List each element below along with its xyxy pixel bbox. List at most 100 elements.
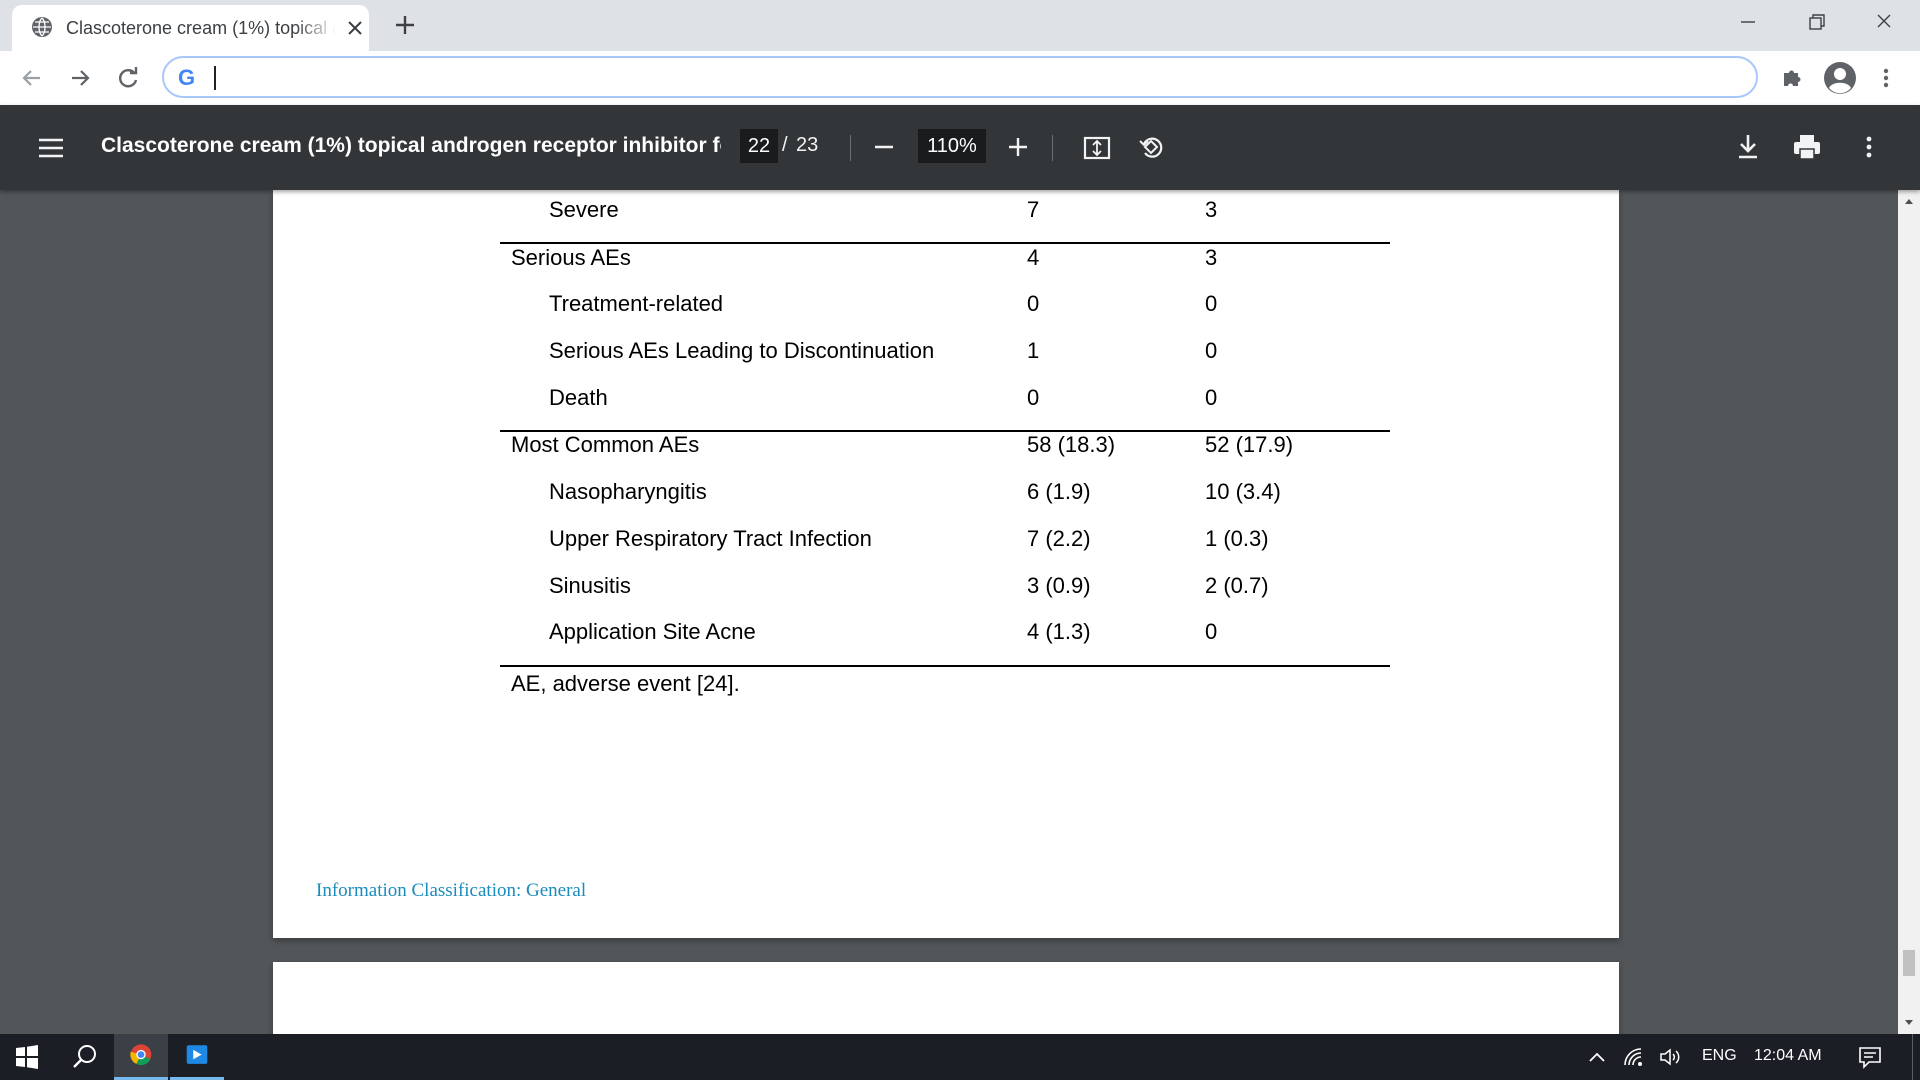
row-value-col2: 10 (3.4): [1205, 479, 1281, 504]
input-language[interactable]: ENG: [1702, 1047, 1740, 1067]
row-value-col2: 0: [1205, 338, 1218, 363]
vertical-scrollbar[interactable]: [1898, 190, 1920, 1034]
account-circle-icon[interactable]: [1822, 60, 1858, 96]
google-logo: G: [178, 65, 196, 90]
pdf-viewer[interactable]: Severe 7 3 Serious AEs 4 3 Treatment-related 0 0…: [0, 190, 1920, 1034]
row-value-col1: 7: [1027, 197, 1040, 222]
row-value-col2: 3: [1205, 197, 1218, 222]
window-close-icon[interactable]: [1864, 8, 1904, 36]
table-row: Severe 7 3: [500, 197, 1390, 231]
table-row: Serious AEs 4 3: [500, 245, 1390, 279]
row-label: Death: [549, 385, 608, 410]
triangle-up-icon[interactable]: [1898, 194, 1920, 210]
page-separator: /: [782, 134, 788, 156]
table-rule: [500, 242, 1390, 244]
row-value-col2: 2 (0.7): [1205, 573, 1269, 598]
minimize-icon[interactable]: [1728, 8, 1768, 36]
row-label: Nasopharyngitis: [549, 479, 707, 504]
row-value-col1: 7 (2.2): [1027, 526, 1091, 551]
table-rule: [500, 430, 1390, 432]
address-input[interactable]: [218, 62, 1738, 94]
arrow-left-icon[interactable]: [18, 64, 46, 92]
plus-icon[interactable]: [392, 12, 418, 38]
page-total: 23: [796, 134, 819, 156]
table-row: Death 0 0: [500, 385, 1390, 419]
row-value-col2: 52 (17.9): [1205, 432, 1294, 457]
row-value-col2: 1 (0.3): [1205, 526, 1269, 551]
show-desktop-button[interactable]: [1912, 1034, 1913, 1080]
zoom-level-input[interactable]: 110%: [918, 129, 986, 163]
tab-title: Clascoterone cream (1%) topical androgen…: [66, 18, 336, 38]
pdf-toolbar: Clascoterone cream (1%) topical androgen…: [0, 105, 1920, 190]
tab-strip: Clascoterone cream (1%) topical androgen…: [0, 0, 1920, 51]
system-clock[interactable]: 12:04 AM: [1754, 1047, 1834, 1067]
text-caret: [214, 66, 216, 90]
windows-taskbar: ENG 12:04 AM: [0, 1034, 1920, 1080]
table-row: Most Common AEs 58 (18.3) 52 (17.9): [500, 432, 1390, 466]
table-row: Treatment-related 0 0: [500, 291, 1390, 325]
row-value-col1: 0: [1027, 385, 1040, 410]
table-rule: [500, 665, 1390, 667]
scroll-thumb[interactable]: [1903, 950, 1915, 976]
omnibox[interactable]: G: [162, 56, 1758, 98]
table-row: Sinusitis 3 (0.9) 2 (0.7): [500, 573, 1390, 607]
fit-to-page-icon[interactable]: [1082, 133, 1112, 163]
hamburger-menu-icon[interactable]: [36, 133, 66, 163]
zoom-in-icon[interactable]: [1004, 133, 1032, 161]
row-label: Severe: [549, 197, 619, 222]
row-label: Upper Respiratory Tract Infection: [549, 526, 872, 551]
row-label: Application Site Acne: [549, 619, 756, 644]
row-value-col1: 1: [1027, 338, 1040, 363]
document-title: Clascoterone cream (1%) topical androgen…: [101, 134, 721, 157]
kebab-menu-icon[interactable]: [1872, 64, 1900, 92]
row-value-col1: 3 (0.9): [1027, 573, 1091, 598]
page-number-input[interactable]: 22: [740, 129, 778, 163]
close-icon[interactable]: [344, 17, 366, 39]
chevron-up-icon[interactable]: [1586, 1046, 1608, 1068]
chrome-icon[interactable]: [114, 1034, 168, 1080]
table-row: Nasopharyngitis 6 (1.9) 10 (3.4): [500, 479, 1390, 513]
triangle-down-icon[interactable]: [1898, 1014, 1920, 1030]
row-label: Sinusitis: [549, 573, 631, 598]
row-value-col1: 6 (1.9): [1027, 479, 1091, 504]
arrow-right-icon[interactable]: [66, 64, 94, 92]
globe-icon: [32, 17, 52, 37]
row-value-col2: 0: [1205, 385, 1218, 410]
browser-tab[interactable]: Clascoterone cream (1%) topical androgen…: [12, 5, 369, 51]
row-value-col2: 0: [1205, 619, 1218, 644]
row-value-col2: 3: [1205, 245, 1218, 270]
wifi-icon[interactable]: [1622, 1045, 1648, 1069]
notification-icon[interactable]: [1857, 1044, 1883, 1070]
row-value-col1: 0: [1027, 291, 1040, 316]
row-value-col1: 4: [1027, 245, 1040, 270]
media-player-icon[interactable]: [170, 1034, 224, 1080]
rotate-icon[interactable]: [1136, 132, 1166, 162]
reload-icon[interactable]: [114, 64, 142, 92]
restore-icon[interactable]: [1796, 8, 1836, 36]
table-row: Serious AEs Leading to Discontinuation 1 0: [500, 338, 1390, 372]
print-icon[interactable]: [1792, 132, 1822, 162]
table-row: Application Site Acne 4 (1.3) 0: [500, 619, 1390, 653]
toolbar-divider: [850, 135, 851, 161]
download-icon[interactable]: [1734, 132, 1762, 162]
puzzle-icon[interactable]: [1778, 64, 1806, 92]
table-row: Upper Respiratory Tract Infection 7 (2.2)…: [500, 526, 1390, 560]
classification-label: Information Classification: General: [316, 880, 587, 901]
row-value-col2: 0: [1205, 291, 1218, 316]
windows-start-icon[interactable]: [0, 1034, 54, 1080]
kebab-menu-icon[interactable]: [1854, 132, 1884, 162]
table-footnote: AE, adverse event [24].: [511, 671, 740, 696]
search-icon[interactable]: [58, 1034, 112, 1080]
row-value-col1: 4 (1.3): [1027, 619, 1091, 644]
row-label: Serious AEs Leading to Discontinuation: [549, 338, 935, 363]
toolbar-divider: [1052, 135, 1053, 161]
pdf-page: Severe 7 3 Serious AEs 4 3 Treatment-related 0 0…: [273, 190, 1619, 938]
zoom-out-icon[interactable]: [870, 133, 898, 161]
volume-icon[interactable]: [1658, 1045, 1684, 1069]
row-label: Serious AEs: [511, 245, 631, 270]
browser-toolbar: G: [0, 51, 1920, 105]
pdf-page: [273, 962, 1619, 1034]
row-label: Most Common AEs: [511, 432, 700, 457]
row-label: Treatment-related: [549, 291, 724, 316]
row-value-col1: 58 (18.3): [1027, 432, 1116, 457]
